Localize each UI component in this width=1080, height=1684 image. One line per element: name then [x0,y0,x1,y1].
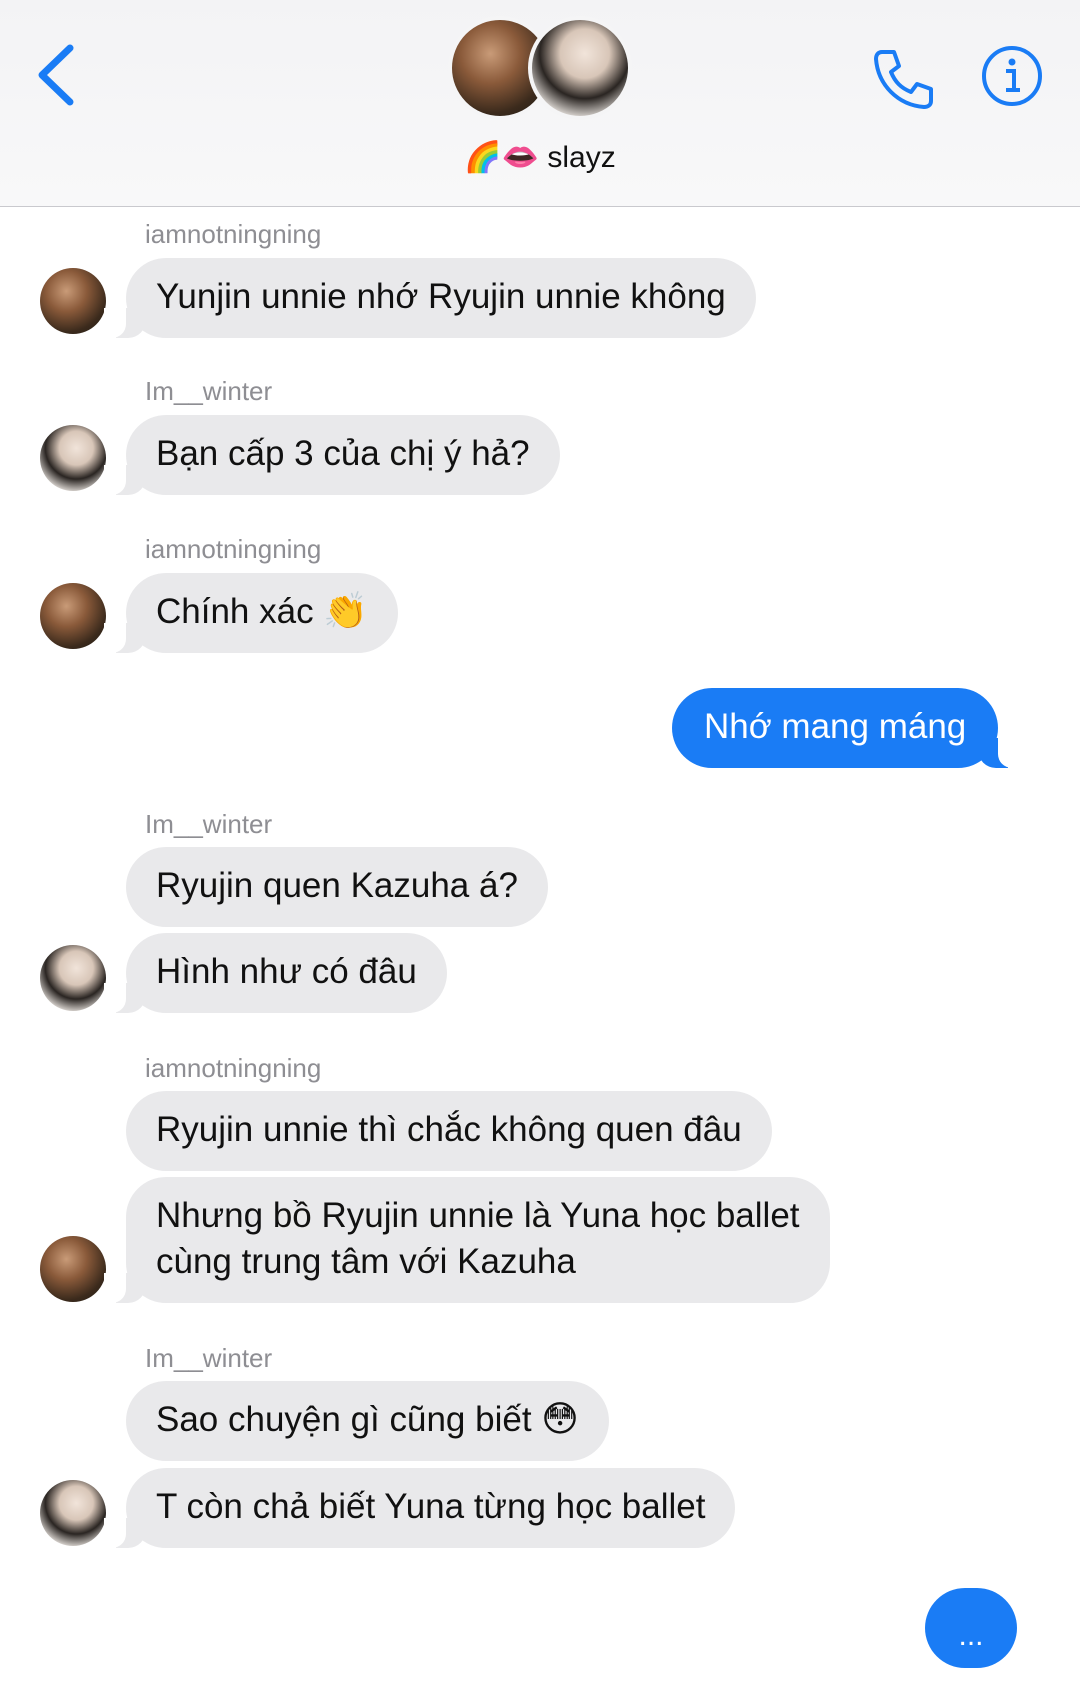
sender-name: Im__winter [145,809,273,839]
info-button[interactable] [980,44,1044,108]
group-title-text: slayz [547,141,616,174]
group-avatar-winter[interactable] [528,16,632,120]
avatar[interactable] [40,425,106,491]
avatar[interactable] [40,583,106,649]
message-bubble[interactable]: Chính xác 👏 [103,573,399,653]
sender-name: iamnotningning [145,534,322,564]
sender-name: Im__winter [145,1343,273,1373]
flushed-face-emoji: 😳 [541,1399,579,1440]
back-button[interactable] [30,40,90,110]
chat-header: 🌈👄 slayz [0,0,1080,207]
info-icon [982,46,1042,106]
avatar[interactable] [40,1480,106,1546]
call-button[interactable] [868,44,938,114]
typing-indicator: ... [925,1588,1017,1668]
message-bubble[interactable]: T còn chả biết Yuna từng học ballet [103,1468,736,1548]
group-title-emoji: 🌈👄 [464,140,539,175]
outgoing-message-bubble[interactable]: Nhớ mang máng [672,688,1021,768]
message-text: Ryujin quen Kazuha á? [156,866,518,905]
message-text: Yunjin unnie nhớ Ryujin unnie không [156,277,726,316]
avatar[interactable] [40,1236,106,1302]
message-bubble[interactable]: Bạn cấp 3 của chị ý hả? [104,415,560,495]
message-text: Bạn cấp 3 của chị ý hả? [156,434,530,473]
message-bubble[interactable]: Nhưng bồ Ryujin unnie là Yuna học ballet… [104,1177,830,1303]
phone-icon [874,50,933,109]
message-bubble[interactable]: Sao chuyện gì cũng biết 😳 [126,1381,609,1461]
avatar[interactable] [40,945,106,1011]
sender-name: iamnotningning [145,1053,322,1083]
sender-name: Im__winter [145,376,273,406]
sender-name: iamnotningning [145,219,322,249]
message-bubble[interactable]: Yunjin unnie nhớ Ryujin unnie không [104,258,756,338]
message-bubble[interactable]: Hình như có đâu [104,933,447,1013]
chevron-left-icon [38,44,74,106]
group-name[interactable]: 🌈👄 slayz [0,140,1080,175]
clapping-hands-emoji: 👏 [323,591,369,632]
message-text: Sao chuyện gì cũng biết [156,1400,532,1439]
message-bubble[interactable]: Ryujin quen Kazuha á? [126,847,548,927]
avatar[interactable] [40,268,106,334]
message-text-line: cùng trung tâm với Kazuha [156,1242,576,1281]
message-bubble[interactable]: Ryujin unnie thì chắc không quen đâu [126,1091,772,1171]
message-text: Chính xác [156,592,314,631]
message-text: Nhớ mang máng [704,707,967,746]
message-text: T còn chả biết Yuna từng học ballet [156,1487,706,1526]
message-text: Ryujin unnie thì chắc không quen đâu [156,1110,742,1149]
message-text-line: Nhưng bồ Ryujin unnie là Yuna học ballet [156,1196,800,1235]
message-text: Hình như có đâu [156,952,417,991]
